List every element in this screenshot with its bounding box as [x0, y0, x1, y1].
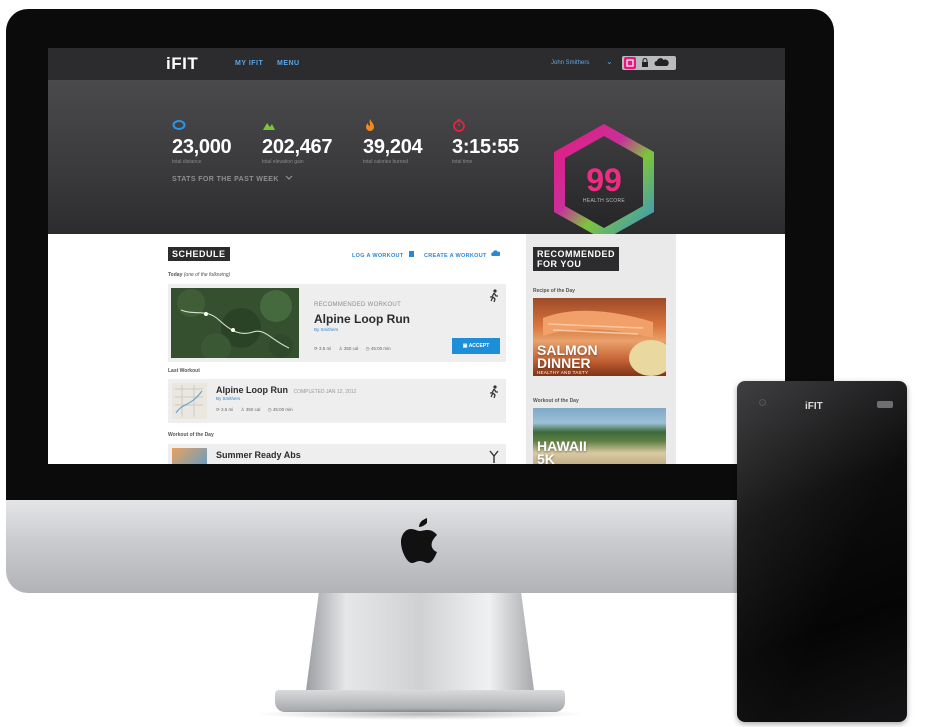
recommended-eyebrow: RECOMMENDED WORKOUT [314, 302, 402, 308]
nav-menu[interactable]: MENU [277, 60, 300, 67]
dashboard-icon[interactable] [624, 57, 636, 69]
apple-logo-icon [401, 518, 437, 563]
hawaii-title: HAWAII 5K [537, 438, 587, 464]
schedule-title: SCHEDULE [168, 247, 230, 261]
workout-calories: 350 cal [343, 346, 359, 351]
hawaii-image[interactable]: HAWAII 5K [533, 408, 666, 464]
device-logo: iFIT [805, 401, 823, 412]
recommended-title: RECOMMENDED FOR YOU [533, 247, 620, 271]
clock-icon: ◷ [365, 346, 370, 351]
create-workout-link[interactable]: CREATE A WORKOUT [424, 250, 502, 259]
device-port-icon [877, 401, 893, 408]
stat-value: 3:15:55 [452, 136, 519, 158]
log-workout-link[interactable]: LOG A WORKOUT [352, 250, 415, 259]
recommended-title-line1: RECOMMENDED [537, 249, 616, 259]
calendar-icon: ▣ [462, 343, 468, 349]
workout-duration: 45:00 min [370, 346, 391, 351]
route-map-thumbnail [171, 288, 299, 358]
distance-icon [172, 120, 186, 130]
lock-icon[interactable] [639, 57, 651, 69]
nav-my-ifit[interactable]: MY IFIT [235, 60, 263, 67]
distance-icon: ⟳ [216, 407, 220, 412]
recommended-meta: ⟳ 3.5 mi ♙ 350 cal ◷ 45:00 min [314, 346, 391, 352]
accept-button[interactable]: ▣ ACCEPT [452, 338, 500, 354]
workout-duration: 45:00 min [272, 407, 293, 412]
recommended-workout-card[interactable]: RECOMMENDED WORKOUT Alpine Loop Run By S… [168, 284, 506, 362]
recipe-title: SALMON DINNER [537, 342, 598, 371]
clipboard-icon [409, 251, 415, 257]
stats-band: 23,000 total distance 202,467 total elev… [48, 80, 785, 240]
screen: iFIT MY IFIT MENU John Smithers ⌄ 23,000… [48, 48, 785, 464]
log-workout-label: LOG A WORKOUT [352, 253, 404, 259]
stat-value: 202,467 [262, 136, 333, 158]
recipe-label: Recipe of the Day [533, 288, 575, 294]
user-name[interactable]: John Smithers [551, 60, 589, 66]
timer-icon [453, 119, 465, 132]
health-score-badge[interactable]: 99 HEALTH SCORE [546, 120, 662, 244]
stat-distance: 23,000 total distance [172, 118, 232, 165]
device-led-icon [759, 399, 766, 406]
stats-period-selector[interactable]: STATS FOR THE PAST WEEK [172, 175, 293, 183]
distance-icon: ⟳ [314, 346, 318, 351]
workout-distance: 3.5 mi [221, 407, 234, 412]
recipe-image[interactable]: SALMON DINNER HEALTHY AND TASTY [533, 298, 666, 376]
last-workout-card[interactable]: Alpine Loop Run COMPLETED JAN 12, 2012 B… [168, 379, 506, 423]
workout-calories: 350 cal [245, 407, 261, 412]
stat-value: 39,204 [363, 136, 423, 158]
stat-label: total distance [172, 159, 202, 165]
device-gloss [737, 381, 907, 722]
recommended-title-line2: FOR YOU [537, 259, 582, 269]
recommended-byline[interactable]: By Smithers [314, 327, 338, 332]
figure-icon [489, 450, 499, 463]
workout-of-day-card[interactable]: Summer Ready Abs [168, 444, 506, 464]
accept-label: ACCEPT [468, 343, 490, 349]
today-label: Today (one of the following) [168, 272, 231, 278]
wod-label: Workout of the Day [168, 432, 214, 438]
health-score-label: HEALTH SCORE [582, 198, 626, 204]
last-workout-byline[interactable]: By Smithers [216, 396, 240, 401]
runner-small-icon: ♙ [240, 407, 245, 412]
runner-icon [490, 289, 498, 303]
clock-icon: ◷ [267, 407, 272, 412]
stat-label: total calories burned [363, 159, 409, 165]
nav-icon-group [622, 56, 676, 70]
imac-stand [305, 593, 535, 698]
stat-calories: 39,204 total calories burned [363, 118, 423, 165]
workout-thumbnail [172, 448, 207, 464]
stat-time: 3:15:55 total time [452, 118, 519, 165]
content-area: SCHEDULE LOG A WORKOUT CREATE A WORKOUT … [48, 234, 785, 464]
health-score-value: 99 [586, 162, 622, 198]
imac-foot-shadow [255, 708, 585, 720]
stat-label: total time [452, 159, 473, 165]
brand-logo[interactable]: iFIT [166, 54, 198, 74]
flame-icon [366, 119, 374, 131]
chevron-down-icon [285, 175, 293, 180]
elevation-icon [263, 123, 275, 130]
schedule-section: SCHEDULE LOG A WORKOUT CREATE A WORKOUT … [166, 234, 506, 464]
runner-icon [490, 385, 498, 399]
last-workout-label: Last Workout [168, 368, 200, 374]
stat-label: total elevation gain [262, 159, 304, 165]
last-workout-title[interactable]: Alpine Loop Run COMPLETED JAN 12, 2012 [216, 385, 356, 395]
top-nav: iFIT MY IFIT MENU John Smithers ⌄ [48, 48, 785, 80]
last-workout-completed: COMPLETED JAN 12, 2012 [293, 389, 357, 395]
recipe-subtitle: HEALTHY AND TASTY [537, 370, 589, 375]
recommended-panel: RECOMMENDED FOR YOU Recipe of the Day SA… [526, 234, 676, 464]
stat-value: 23,000 [172, 136, 232, 158]
route-map-thumbnail [172, 383, 207, 419]
cloud-icon[interactable] [654, 57, 669, 69]
ifit-device: iFIT [737, 381, 907, 722]
create-workout-label: CREATE A WORKOUT [424, 253, 487, 259]
recommended-workout-title[interactable]: Alpine Loop Run [314, 312, 410, 326]
workout-of-day-label: Workout of the Day [533, 398, 579, 404]
stat-elevation: 202,467 total elevation gain [262, 118, 333, 165]
wod-title[interactable]: Summer Ready Abs [216, 450, 301, 460]
cloud-icon [491, 250, 502, 256]
last-workout-meta: ⟳ 3.5 mi ♙ 350 cal ◷ 45:00 min [216, 407, 293, 413]
stats-period-label: STATS FOR THE PAST WEEK [172, 176, 279, 183]
runner-small-icon: ♙ [338, 346, 343, 351]
chevron-down-icon[interactable]: ⌄ [606, 57, 613, 66]
workout-distance: 3.5 mi [319, 346, 332, 351]
